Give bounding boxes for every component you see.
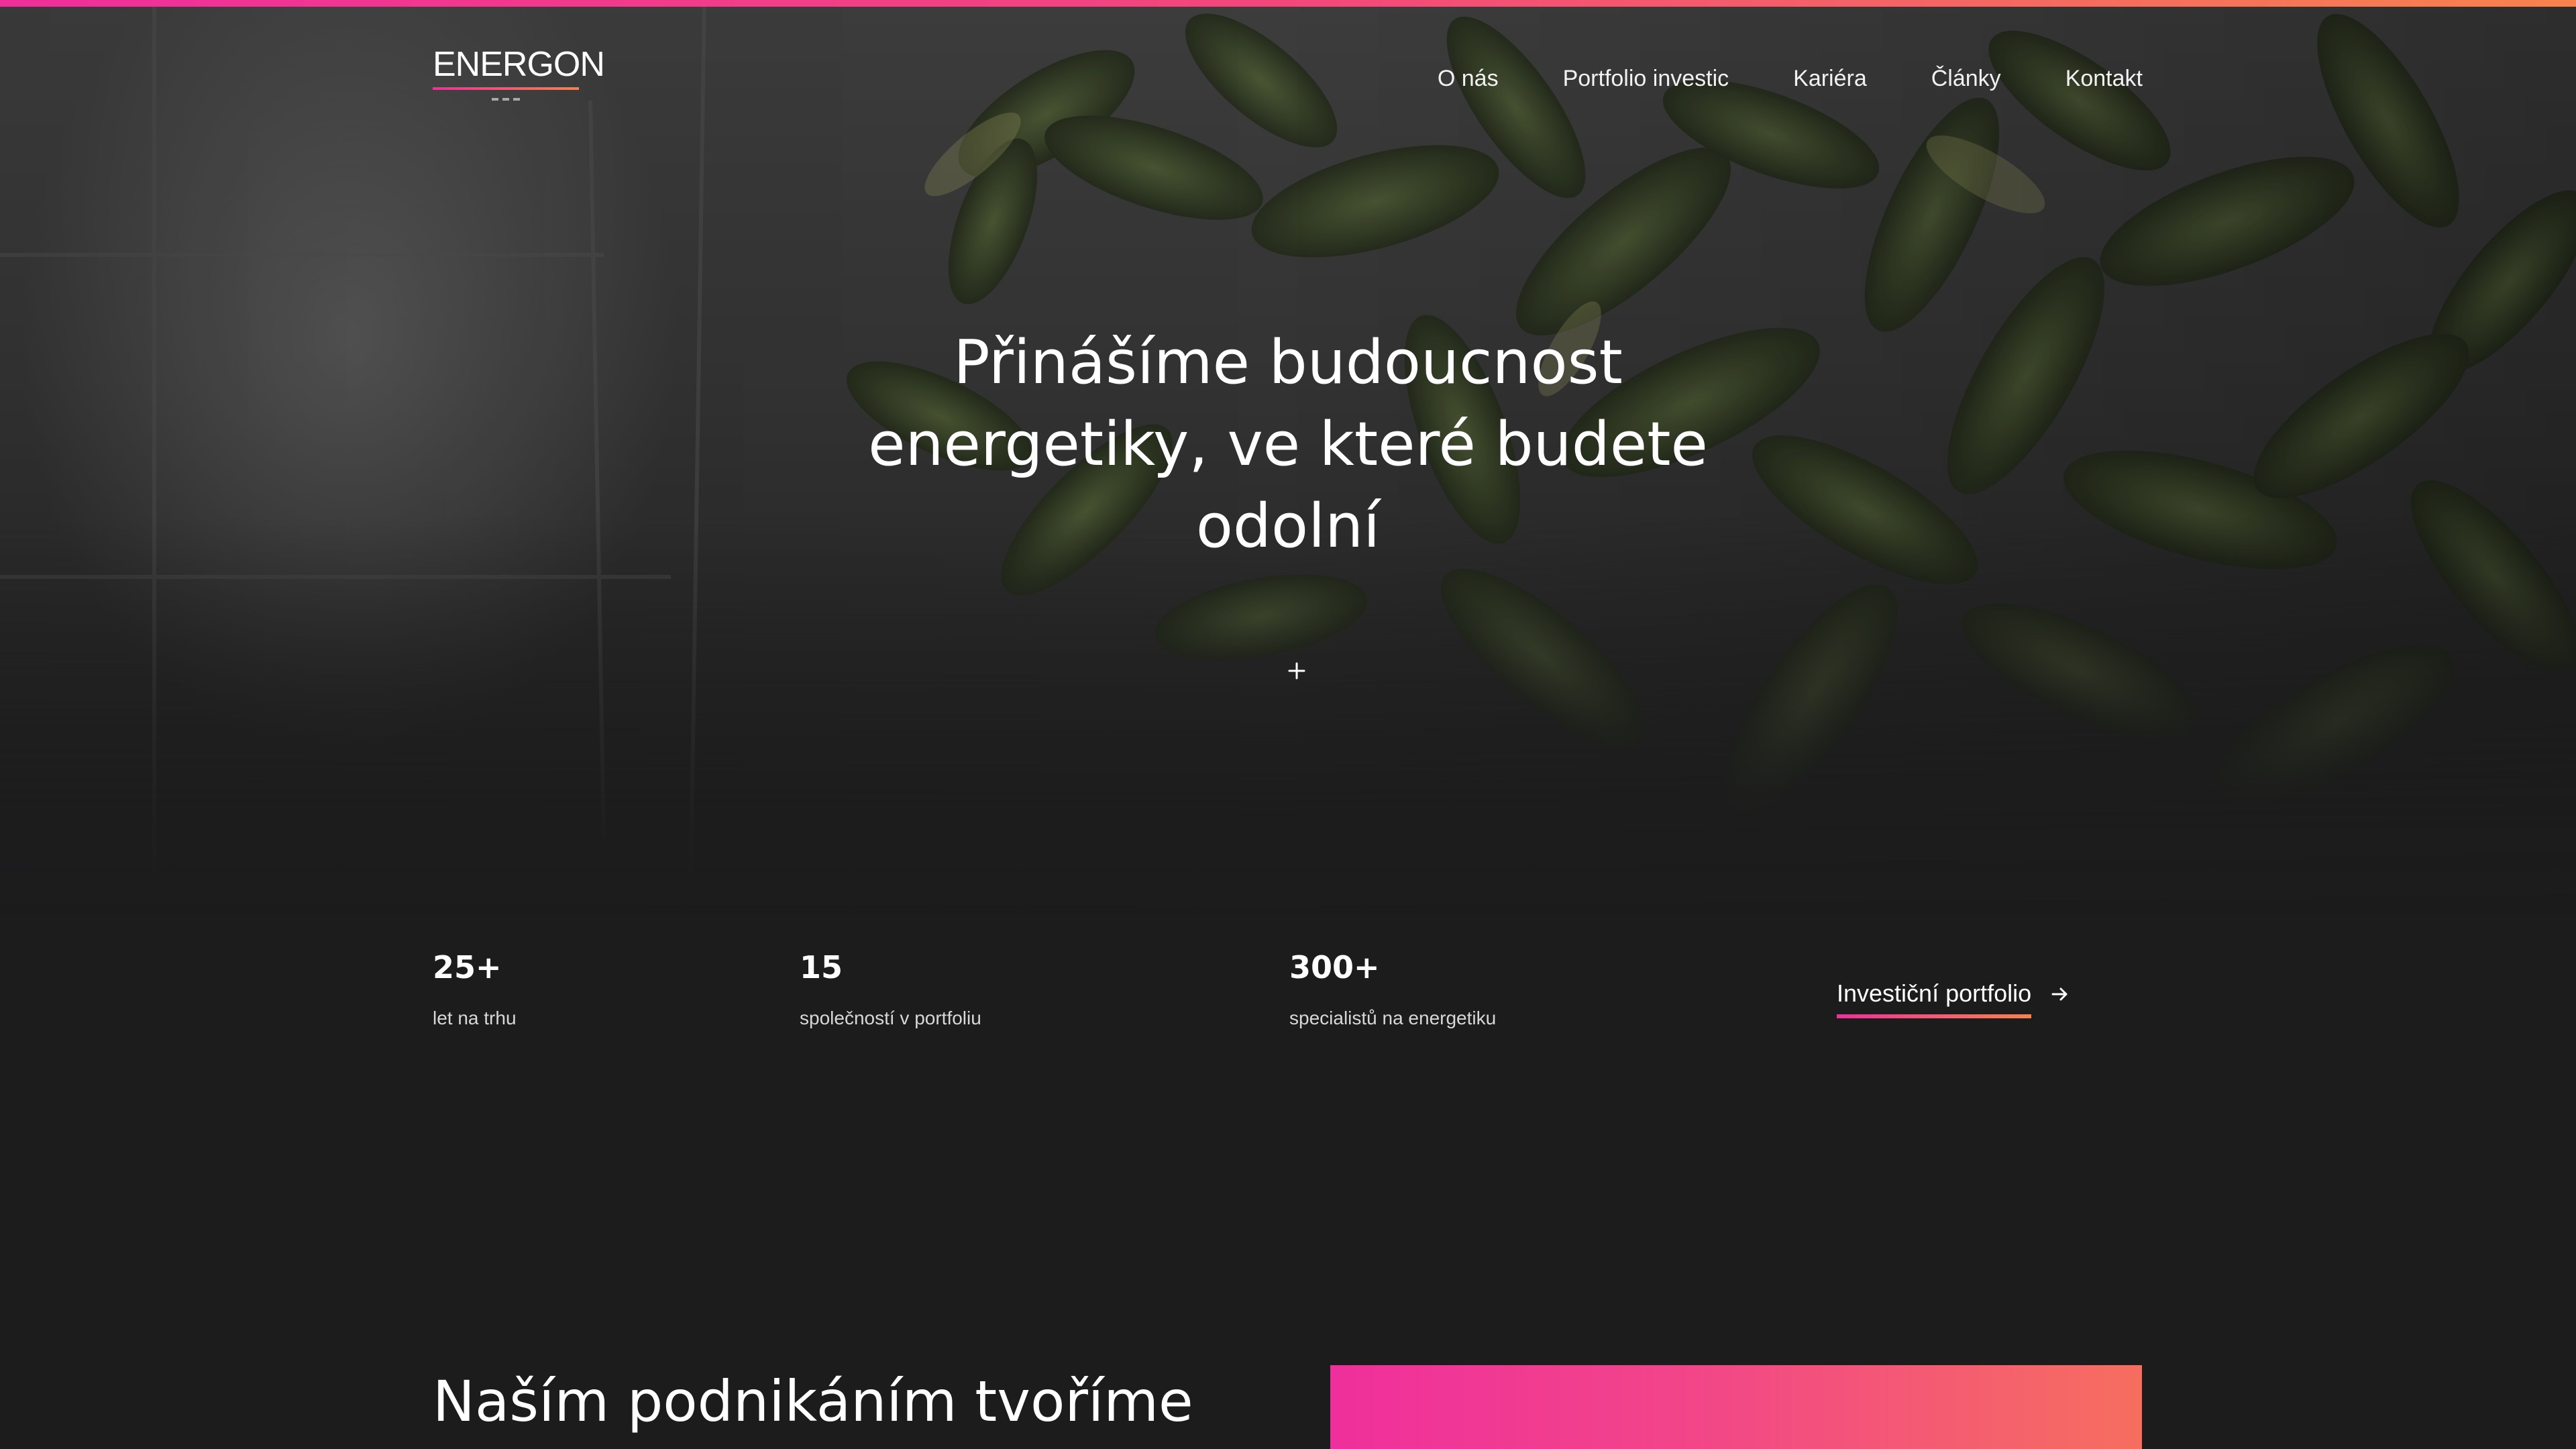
logo-tagline-mark <box>433 95 579 105</box>
stat-item-specialists: 300+ specialistů na energetiku <box>1289 947 1496 1029</box>
logo-text: ENERGON <box>433 45 605 84</box>
main-nav: O nás Portfolio investic Kariéra Články … <box>1438 66 2143 92</box>
stat-item-companies: 15 společností v portfoliu <box>800 947 981 1029</box>
stats-row: 25+ let na trhu 15 společností v portfol… <box>0 939 2576 1073</box>
section-title: Naším podnikáním tvoříme <box>433 1368 1193 1434</box>
nav-item-clanky[interactable]: Články <box>1931 66 2001 92</box>
hero-title: Přinášíme budoucnost energetiky, ve kter… <box>868 327 1708 561</box>
portfolio-link-label: Investiční portfolio <box>1837 979 2032 1018</box>
stat-value: 300+ <box>1289 949 1380 985</box>
stat-value: 15 <box>800 949 843 985</box>
nav-item-portfolio[interactable]: Portfolio investic <box>1563 66 1729 92</box>
plus-icon[interactable] <box>1287 661 1307 681</box>
nav-item-kariera[interactable]: Kariéra <box>1793 66 1867 92</box>
gradient-card <box>1330 1365 2142 1449</box>
stat-label: specialistů na energetiku <box>1289 1008 1497 1028</box>
stat-label: let na trhu <box>433 1008 517 1028</box>
nav-item-o-nas[interactable]: O nás <box>1438 66 1499 92</box>
stat-value: 25+ <box>433 949 502 985</box>
investment-portfolio-link[interactable]: Investiční portfolio <box>1837 979 2070 1018</box>
page: ENERGON O nás Portfolio investic Kariéra… <box>0 0 2576 1449</box>
nav-item-kontakt[interactable]: Kontakt <box>2065 66 2143 92</box>
top-accent-bar <box>0 0 2576 7</box>
logo[interactable]: ENERGON <box>433 45 605 106</box>
stat-item-years: 25+ let na trhu <box>433 947 517 1029</box>
stat-label: společností v portfoliu <box>800 1008 981 1028</box>
arrow-right-icon <box>2051 987 2068 1001</box>
logo-underline <box>433 87 579 90</box>
